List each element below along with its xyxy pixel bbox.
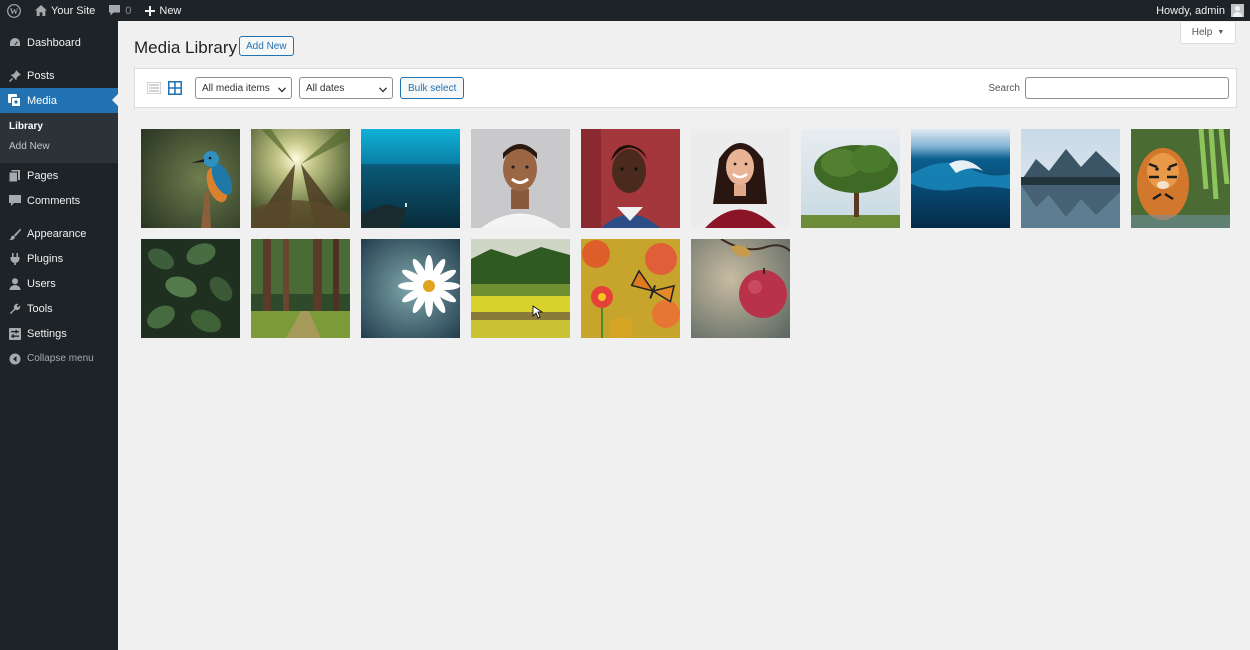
sidebar-item-appearance[interactable]: Appearance <box>0 221 118 246</box>
new-label: New <box>159 4 182 17</box>
date-filter-value: All dates <box>306 82 345 94</box>
site-name-link[interactable]: Your Site <box>28 0 102 21</box>
search-input[interactable] <box>1025 77 1229 99</box>
add-new-button[interactable]: Add New <box>239 36 294 56</box>
sidebar-item-label: Pages <box>27 169 59 182</box>
page-title: Media Library <box>134 38 237 57</box>
media-thumbnail-tree-in-field[interactable] <box>801 129 900 228</box>
brush-icon <box>8 227 21 240</box>
pin-icon <box>8 69 21 82</box>
admin-bar: W Your Site 0 New Howdy, admin <box>0 0 1250 21</box>
search-label: Search <box>988 82 1020 94</box>
media-thumbnail-ocean-wave[interactable] <box>911 129 1010 228</box>
media-thumbnail-ocean-horizon[interactable] <box>361 129 460 228</box>
media-thumbnail-tiger[interactable] <box>1131 129 1230 228</box>
plus-icon <box>145 5 156 16</box>
list-view-icon[interactable] <box>145 79 163 97</box>
admin-sidebar: Dashboard Posts Media Library Add New Pa… <box>0 21 118 650</box>
user-icon <box>8 277 21 290</box>
media-thumbnail-kingfisher[interactable] <box>141 129 240 228</box>
help-tab[interactable]: Help ▼ <box>1180 22 1236 44</box>
sidebar-item-label: Users <box>27 277 56 290</box>
media-type-filter[interactable]: All media items <box>195 77 292 99</box>
sidebar-item-pages[interactable]: Pages <box>0 163 118 188</box>
media-thumbnail-forest-path[interactable] <box>251 239 350 338</box>
date-filter[interactable]: All dates <box>299 77 393 99</box>
sidebar-item-settings[interactable]: Settings <box>0 321 118 346</box>
media-thumbnail-mountain-lake[interactable] <box>1021 129 1120 228</box>
main-content: Help ▼ Media Library Add New All media i… <box>118 21 1250 650</box>
media-thumbnail-smiling-man[interactable] <box>471 129 570 228</box>
sidebar-item-tools[interactable]: Tools <box>0 296 118 321</box>
wordpress-logo-icon[interactable]: W <box>0 0 28 21</box>
sidebar-item-label: Plugins <box>27 252 64 265</box>
sidebar-item-media[interactable]: Media <box>0 88 118 113</box>
comment-icon <box>8 194 21 207</box>
sidebar-item-label: Comments <box>27 194 81 207</box>
chevron-down-icon <box>278 85 286 96</box>
chevron-down-icon <box>379 85 387 96</box>
sidebar-item-posts[interactable]: Posts <box>0 63 118 88</box>
media-type-value: All media items <box>202 82 270 94</box>
media-thumbnail-green-leaves[interactable] <box>141 239 240 338</box>
media-icon <box>8 94 21 107</box>
media-thumbnail-green-fields[interactable] <box>471 239 570 338</box>
grid-view-icon[interactable] <box>166 79 184 97</box>
avatar <box>1231 4 1244 17</box>
plug-icon <box>8 252 21 265</box>
page-icon <box>8 169 21 182</box>
collapse-arrow-icon <box>8 352 21 365</box>
media-thumbnail-woman-portrait[interactable] <box>581 129 680 228</box>
comments-count: 0 <box>125 4 132 17</box>
media-grid <box>141 129 1241 349</box>
caret-down-icon: ▼ <box>1217 29 1225 36</box>
media-thumbnail-smiling-woman[interactable] <box>691 129 790 228</box>
sidebar-item-plugins[interactable]: Plugins <box>0 246 118 271</box>
account-menu[interactable]: Howdy, admin <box>1156 4 1250 17</box>
media-toolbar: All media items All dates Bulk select Se… <box>134 68 1237 108</box>
collapse-label: Collapse menu <box>27 353 94 364</box>
media-thumbnail-butterfly[interactable] <box>581 239 680 338</box>
sidebar-item-label: Settings <box>27 327 67 340</box>
bulk-select-button[interactable]: Bulk select <box>400 77 465 99</box>
howdy-text: Howdy, admin <box>1156 4 1225 17</box>
submenu-item-add-new[interactable]: Add New <box>0 137 118 157</box>
sidebar-item-label: Tools <box>27 302 53 315</box>
wrench-icon <box>8 302 21 315</box>
media-thumbnail-white-daisy[interactable] <box>361 239 460 338</box>
site-name: Your Site <box>51 4 96 17</box>
comment-bubble-icon <box>109 5 121 16</box>
submenu-item-library[interactable]: Library <box>0 117 118 137</box>
sidebar-item-users[interactable]: Users <box>0 271 118 296</box>
media-thumbnail-forest-sunburst[interactable] <box>251 129 350 228</box>
home-icon <box>35 5 47 16</box>
sidebar-item-label: Posts <box>27 69 55 82</box>
help-label: Help <box>1191 27 1213 38</box>
new-content-link[interactable]: New <box>138 0 188 21</box>
sidebar-item-comments[interactable]: Comments <box>0 188 118 213</box>
sidebar-item-label: Appearance <box>27 227 87 240</box>
svg-text:W: W <box>10 6 19 16</box>
sidebar-item-label: Media <box>27 94 57 107</box>
collapse-menu-button[interactable]: Collapse menu <box>0 346 118 371</box>
settings-icon <box>8 327 21 340</box>
media-submenu: Library Add New <box>0 113 118 163</box>
sidebar-item-label: Dashboard <box>27 36 81 49</box>
dashboard-icon <box>8 36 21 49</box>
media-thumbnail-red-apple[interactable] <box>691 239 790 338</box>
sidebar-item-dashboard[interactable]: Dashboard <box>0 30 118 55</box>
comments-link[interactable]: 0 <box>102 0 138 21</box>
